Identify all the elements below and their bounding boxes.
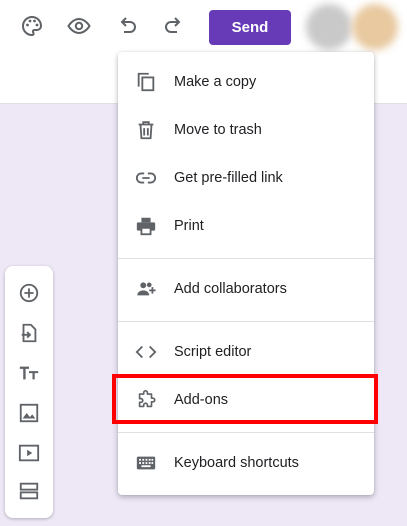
trash-icon	[134, 118, 158, 142]
palette-icon[interactable]	[19, 13, 45, 39]
menu-item-add-collaborators[interactable]: Add collaborators	[118, 265, 374, 313]
menu-item-label: Script editor	[174, 344, 252, 360]
side-toolbar	[5, 266, 53, 518]
menu-item-label: Get pre-filled link	[174, 170, 283, 186]
add-video-icon[interactable]	[17, 441, 41, 465]
send-button[interactable]: Send	[209, 10, 291, 45]
menu-item-make-a-copy[interactable]: Make a copy	[118, 58, 374, 106]
menu-item-keyboard-shortcuts[interactable]: Keyboard shortcuts	[118, 439, 374, 487]
menu-item-label: Add collaborators	[174, 281, 287, 297]
print-icon	[134, 214, 158, 238]
import-questions-icon[interactable]	[17, 321, 41, 345]
menu-item-label: Move to trash	[174, 122, 262, 138]
menu-item-script-editor[interactable]: Script editor	[118, 328, 374, 376]
menu-item-label: Make a copy	[174, 74, 257, 90]
add-image-icon[interactable]	[17, 401, 41, 425]
keyboard-icon	[134, 451, 158, 475]
more-options-menu: Make a copy Move to trash Get pre-filled…	[118, 52, 374, 495]
menu-item-move-to-trash[interactable]: Move to trash	[118, 106, 374, 154]
account-avatar-blurred[interactable]	[306, 4, 352, 50]
menu-item-label: Print	[174, 218, 204, 234]
add-question-icon[interactable]	[17, 281, 41, 305]
menu-divider	[118, 432, 374, 433]
menu-item-get-pre-filled-link[interactable]: Get pre-filled link	[118, 154, 374, 202]
add-section-icon[interactable]	[17, 479, 41, 503]
copy-icon	[134, 70, 158, 94]
profile-avatar[interactable]	[352, 4, 398, 50]
code-icon	[134, 340, 158, 364]
menu-divider	[118, 321, 374, 322]
redo-icon[interactable]	[161, 13, 187, 39]
undo-icon[interactable]	[114, 13, 140, 39]
menu-divider	[118, 258, 374, 259]
menu-item-print[interactable]: Print	[118, 202, 374, 250]
menu-item-label: Keyboard shortcuts	[174, 455, 299, 471]
highlight-box	[112, 374, 378, 424]
eye-icon[interactable]	[66, 13, 92, 39]
link-icon	[134, 166, 158, 190]
add-people-icon	[134, 277, 158, 301]
add-title-icon[interactable]	[17, 361, 41, 385]
